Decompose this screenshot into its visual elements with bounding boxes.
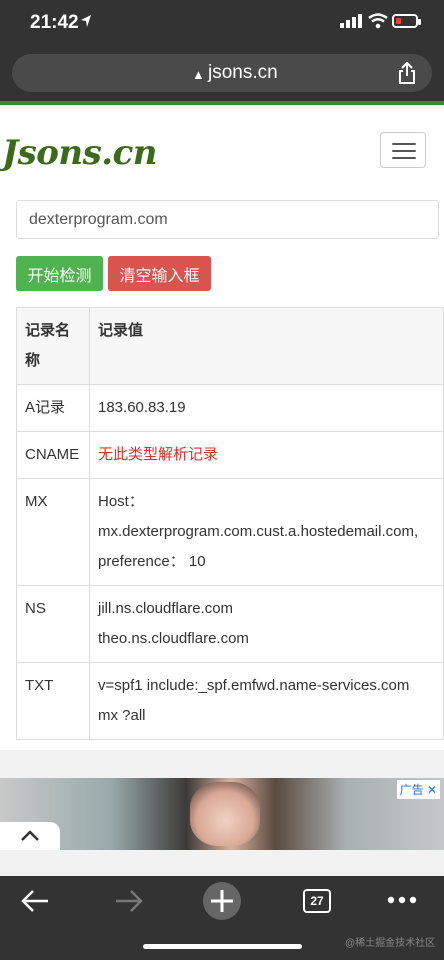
domain-input[interactable] (16, 200, 439, 239)
battery-icon (392, 14, 421, 28)
site-header: Jsons.cn (0, 105, 444, 200)
clear-input-button[interactable]: 清空输入框 (108, 256, 211, 291)
record-name: CNAME (16, 431, 90, 479)
table-row: MX Host： mx.dexterprogram.com.cust.a.hos… (16, 478, 444, 586)
warning-icon: ▲ (192, 67, 205, 82)
table-row: TXT v=spf1 include:_spf.emfwd.name-servi… (16, 662, 444, 740)
address-host: jsons.cn (208, 62, 278, 83)
site-logo[interactable]: Jsons.cn (2, 133, 158, 173)
ad-badge-label: 广告 (399, 783, 424, 797)
record-value-line: preference： 10 (98, 553, 206, 570)
share-icon[interactable] (398, 62, 416, 84)
ad-image (190, 782, 260, 846)
record-value: v=spf1 include:_spf.emfwd.name-services.… (89, 662, 444, 740)
record-value: 183.60.83.19 (89, 384, 444, 432)
record-value-line: 183.60.83.19 (98, 399, 186, 416)
tabs-button[interactable]: 27 (303, 889, 331, 913)
more-icon[interactable] (387, 896, 417, 904)
wifi-icon (368, 13, 388, 29)
ad-banner[interactable]: 广告 ✕ (0, 778, 444, 850)
status-bar: 21:42 (0, 0, 444, 48)
table-row: NS jill.ns.cloudflare.com theo.ns.cloudf… (16, 585, 444, 663)
dns-records-table: 记录名称 记录值 A记录 183.60.83.19 CNAME 无此类型解析记录… (16, 307, 444, 740)
record-value: Host： mx.dexterprogram.com.cust.a.hosted… (89, 478, 444, 586)
back-arrow-icon[interactable] (20, 888, 50, 914)
record-name: A记录 (16, 384, 90, 432)
start-check-button[interactable]: 开始检测 (16, 256, 103, 291)
browser-chrome: ▲ jsons.cn (0, 48, 444, 102)
record-value-line: Host： (98, 493, 144, 510)
table-header-row: 记录名称 记录值 (16, 307, 444, 385)
address-bar[interactable]: ▲ jsons.cn (12, 54, 432, 92)
record-value-line: v=spf1 include:_spf.emfwd.name-services.… (98, 677, 410, 694)
record-value-line: mx.dexterprogram.com.cust.a.hostedemail.… (98, 523, 419, 540)
record-value-line: jill.ns.cloudflare.com (98, 600, 234, 617)
header-record-name: 记录名称 (16, 307, 90, 385)
record-value-line: mx ?all (98, 707, 146, 724)
record-value: jill.ns.cloudflare.com theo.ns.cloudflar… (89, 585, 444, 663)
record-value-line: theo.ns.cloudflare.com (98, 630, 249, 647)
record-name: TXT (16, 662, 90, 740)
table-row: A记录 183.60.83.19 (16, 384, 444, 432)
table-row: CNAME 无此类型解析记录 (16, 431, 444, 479)
watermark: @稀土掘金技术社区 (345, 938, 436, 949)
record-value-line: 无此类型解析记录 (98, 446, 219, 463)
forward-arrow-icon[interactable] (114, 888, 144, 914)
main-content: 开始检测 清空输入框 记录名称 记录值 A记录 183.60.83.19 CNA… (0, 200, 444, 750)
chevron-up-icon (21, 830, 39, 841)
hamburger-icon (392, 143, 416, 145)
signal-icon (340, 14, 362, 28)
location-arrow-icon (81, 15, 91, 27)
record-name: MX (16, 478, 90, 586)
home-indicator (143, 944, 302, 949)
record-name: NS (16, 585, 90, 663)
scroll-top-button[interactable] (0, 822, 60, 850)
menu-toggle-button[interactable] (380, 132, 426, 168)
ad-badge[interactable]: 广告 ✕ (396, 780, 440, 799)
header-record-value: 记录值 (89, 307, 444, 385)
record-value: 无此类型解析记录 (89, 431, 444, 479)
status-time: 21:42 (30, 12, 79, 33)
new-tab-icon[interactable] (202, 881, 242, 921)
close-icon[interactable]: ✕ (427, 783, 437, 797)
